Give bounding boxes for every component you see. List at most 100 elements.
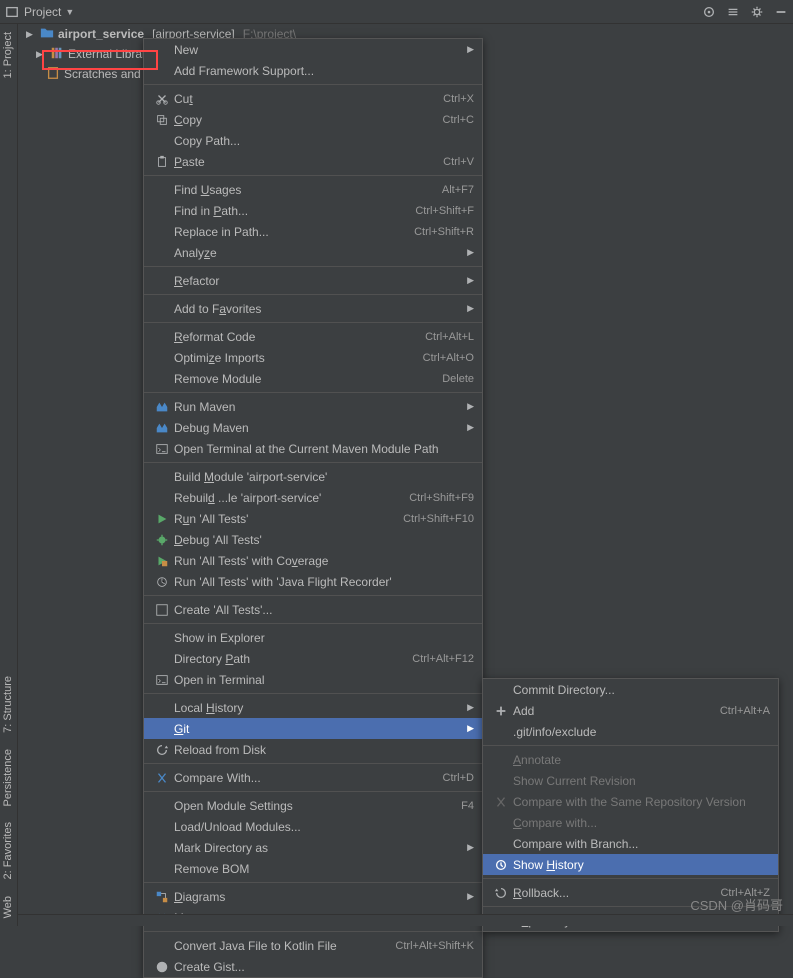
maven-icon [152,400,172,414]
menu-open-terminal[interactable]: Open in Terminal [144,669,482,690]
menu-analyze[interactable]: Analyze▶ [144,242,482,263]
menu-mark-directory[interactable]: Mark Directory as▶ [144,837,482,858]
menu-directory-path[interactable]: Directory PathCtrl+Alt+F12 [144,648,482,669]
submenu-arrow-icon: ▶ [467,702,474,713]
toolbar: Project ▼ [0,0,793,24]
menu-reformat[interactable]: Reformat CodeCtrl+Alt+L [144,326,482,347]
menu-replace-in-path[interactable]: Replace in Path...Ctrl+Shift+R [144,221,482,242]
submenu-arrow-icon: ▶ [467,275,474,286]
menu-paste[interactable]: PasteCtrl+V [144,151,482,172]
context-menu-git: Commit Directory... AddCtrl+Alt+A .git/i… [482,678,779,932]
tree-root-label: airport_service [58,27,144,41]
dropdown-arrow-icon[interactable]: ▼ [65,7,74,17]
menu-copy[interactable]: CopyCtrl+C [144,109,482,130]
menu-run-maven[interactable]: Run Maven▶ [144,396,482,417]
menu-separator [144,322,482,323]
menu-separator [144,294,482,295]
coverage-icon [152,554,172,568]
rollback-icon [491,886,511,900]
menu-compare-with[interactable]: Compare With...Ctrl+D [144,767,482,788]
menu-remove-bom[interactable]: Remove BOM [144,858,482,879]
project-view-icon[interactable] [4,4,20,20]
submenu-arrow-icon: ▶ [467,247,474,258]
menu-separator [144,462,482,463]
submenu-show-history[interactable]: Show History [483,854,778,875]
submenu-git-exclude[interactable]: .git/info/exclude [483,721,778,742]
menu-remove-module[interactable]: Remove ModuleDelete [144,368,482,389]
menu-show-explorer[interactable]: Show in Explorer [144,627,482,648]
add-icon [491,704,511,718]
menu-local-history[interactable]: Local History▶ [144,697,482,718]
menu-cut[interactable]: CutCtrl+X [144,88,482,109]
menu-open-terminal-maven[interactable]: Open Terminal at the Current Maven Modul… [144,438,482,459]
submenu-arrow-icon: ▶ [467,44,474,55]
menu-separator [144,763,482,764]
submenu-arrow-icon: ▶ [467,401,474,412]
menu-run-all[interactable]: Run 'All Tests'Ctrl+Shift+F10 [144,508,482,529]
menu-load-unload[interactable]: Load/Unload Modules... [144,816,482,837]
menu-reload[interactable]: Reload from Disk [144,739,482,760]
menu-optimize[interactable]: Optimize ImportsCtrl+Alt+O [144,347,482,368]
gear-icon[interactable] [749,4,765,20]
diff-icon [152,771,172,785]
paste-icon [152,155,172,169]
run-icon [152,512,172,526]
watermark: CSDN @肖码哥 [690,895,783,914]
submenu-commit[interactable]: Commit Directory... [483,679,778,700]
sidebar-tab-project[interactable]: 1: Project [0,24,16,86]
menu-rebuild[interactable]: Rebuild ...le 'airport-service'Ctrl+Shif… [144,487,482,508]
submenu-arrow-icon: ▶ [467,723,474,734]
menu-separator [144,693,482,694]
menu-run-coverage[interactable]: Run 'All Tests' with Coverage [144,550,482,571]
submenu-annotate: Annotate [483,749,778,770]
menu-refactor[interactable]: Refactor▶ [144,270,482,291]
reload-icon [152,743,172,757]
menu-separator [144,791,482,792]
menu-convert-kotlin[interactable]: Convert Java File to Kotlin FileCtrl+Alt… [144,935,482,956]
menu-build-module[interactable]: Build Module 'airport-service' [144,466,482,487]
menu-create-all[interactable]: Create 'All Tests'... [144,599,482,620]
context-menu-main: New▶ Add Framework Support... CutCtrl+X … [143,38,483,978]
submenu-compare-same: Compare with the Same Repository Version [483,791,778,812]
menu-git[interactable]: Git▶ [144,718,482,739]
menu-debug-all[interactable]: Debug 'All Tests' [144,529,482,550]
submenu-arrow-icon: ▶ [467,842,474,853]
edit-config-icon [152,603,172,617]
maven-debug-icon [152,421,172,435]
menu-separator [144,266,482,267]
cut-icon [152,92,172,106]
diff-icon [491,795,511,809]
project-label[interactable]: Project [24,5,61,19]
menu-add-favorites[interactable]: Add to Favorites▶ [144,298,482,319]
submenu-compare-branch[interactable]: Compare with Branch... [483,833,778,854]
highlight-annotation [42,50,158,70]
submenu-arrow-icon: ▶ [467,422,474,433]
menu-new[interactable]: New▶ [144,39,482,60]
target-icon[interactable] [701,4,717,20]
tree-expand-icon[interactable]: ▶ [26,29,36,40]
menu-separator [144,882,482,883]
menu-separator [144,392,482,393]
menu-separator [483,745,778,746]
submenu-add[interactable]: AddCtrl+Alt+A [483,700,778,721]
terminal-icon [152,442,172,456]
menu-diagrams[interactable]: Diagrams▶ [144,886,482,907]
sidebar-tab-persistence[interactable]: Persistence [0,741,28,814]
collapse-icon[interactable] [725,4,741,20]
menu-add-framework[interactable]: Add Framework Support... [144,60,482,81]
menu-separator [144,931,482,932]
menu-copy-path[interactable]: Copy Path... [144,130,482,151]
minimize-icon[interactable] [773,4,789,20]
sidebar-tab-favorites[interactable]: 2: Favorites [0,814,28,887]
menu-find-usages[interactable]: Find UsagesAlt+F7 [144,179,482,200]
menu-run-flight[interactable]: Run 'All Tests' with 'Java Flight Record… [144,571,482,592]
menu-separator [144,623,482,624]
submenu-show-current: Show Current Revision [483,770,778,791]
menu-create-gist[interactable]: Create Gist... [144,956,482,977]
submenu-compare-with: Compare with... [483,812,778,833]
menu-module-settings[interactable]: Open Module SettingsF4 [144,795,482,816]
menu-separator [483,878,778,879]
sidebar-tab-structure[interactable]: 7: Structure [0,668,28,741]
menu-debug-maven[interactable]: Debug Maven▶ [144,417,482,438]
menu-find-in-path[interactable]: Find in Path...Ctrl+Shift+F [144,200,482,221]
